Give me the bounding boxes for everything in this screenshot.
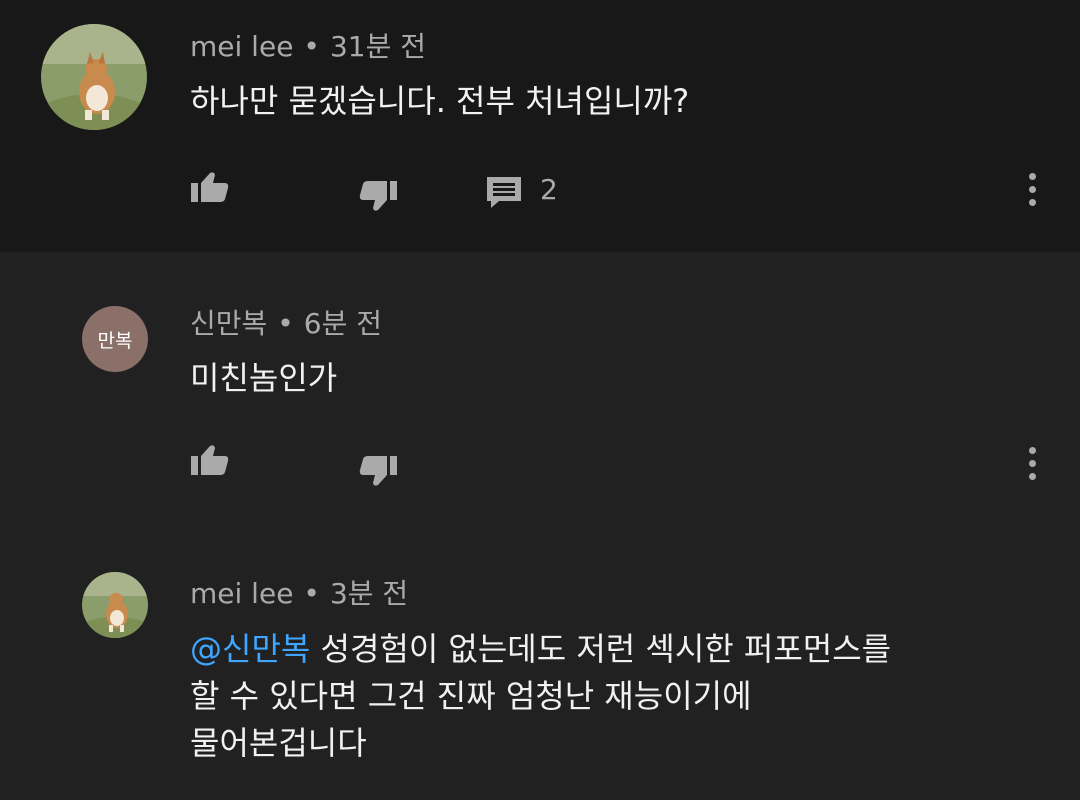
separator-dot: • [303, 30, 320, 63]
comment-text-line-1: @신만복 성경험이 없는데도 저런 섹시한 퍼포먼스를 [190, 626, 891, 673]
author-name[interactable]: mei lee [190, 577, 293, 610]
comment-text-line-3: 물어본겁니다 [190, 724, 367, 762]
comment-meta: 신만복 • 6분 전 [190, 302, 382, 342]
dog-photo-avatar-icon [82, 572, 148, 638]
comment-text: 하나만 묻겠습니다. 전부 처녀입니까? [190, 82, 690, 120]
avatar[interactable] [82, 572, 148, 638]
more-options-button[interactable] [1029, 173, 1037, 212]
thumbs-down-icon [359, 181, 397, 211]
comment-text: 미친놈인가 [190, 359, 338, 397]
comment-meta: mei lee • 31분 전 [190, 25, 426, 65]
dislike-button[interactable] [358, 455, 398, 491]
avatar[interactable] [41, 24, 147, 130]
comment-text-line-2: 할 수 있다면 그건 진짜 엄청난 재능이기에 [190, 677, 752, 715]
reply-count[interactable]: 2 [540, 173, 558, 206]
comment-meta: mei lee • 3분 전 [190, 572, 408, 612]
thumbs-up-icon [191, 172, 229, 202]
mention-link[interactable]: @신만복 [190, 630, 310, 668]
timestamp[interactable]: 31분 전 [330, 30, 426, 63]
author-name[interactable]: 신만복 [190, 307, 267, 340]
avatar-initials: 만복 [97, 329, 133, 352]
more-vertical-icon [1029, 447, 1037, 480]
author-name[interactable]: mei lee [190, 30, 293, 63]
like-button[interactable] [190, 444, 230, 480]
more-options-button[interactable] [1029, 447, 1037, 486]
comment-text: @신만복 성경험이 없는데도 저런 섹시한 퍼포먼스를 할 수 있다면 그건 진… [190, 626, 891, 767]
like-button[interactable] [190, 171, 230, 207]
comment-icon [487, 177, 521, 208]
avatar[interactable]: 만복 [82, 306, 148, 372]
thumbs-up-icon [191, 445, 229, 475]
comment-item: mei lee • 31분 전 하나만 묻겠습니다. 전부 처녀입니까? 2 [0, 0, 1080, 252]
timestamp[interactable]: 3분 전 [330, 577, 408, 610]
comment-text-segment: 성경험이 없는데도 저런 섹시한 퍼포먼스를 [310, 630, 892, 668]
thumbs-down-icon [359, 456, 397, 486]
more-vertical-icon [1029, 173, 1037, 206]
timestamp[interactable]: 6분 전 [304, 307, 382, 340]
dislike-button[interactable] [358, 180, 398, 216]
replies-button[interactable] [485, 175, 523, 213]
dog-photo-avatar-icon [41, 24, 147, 130]
separator-dot: • [277, 307, 294, 340]
separator-dot: • [303, 577, 320, 610]
